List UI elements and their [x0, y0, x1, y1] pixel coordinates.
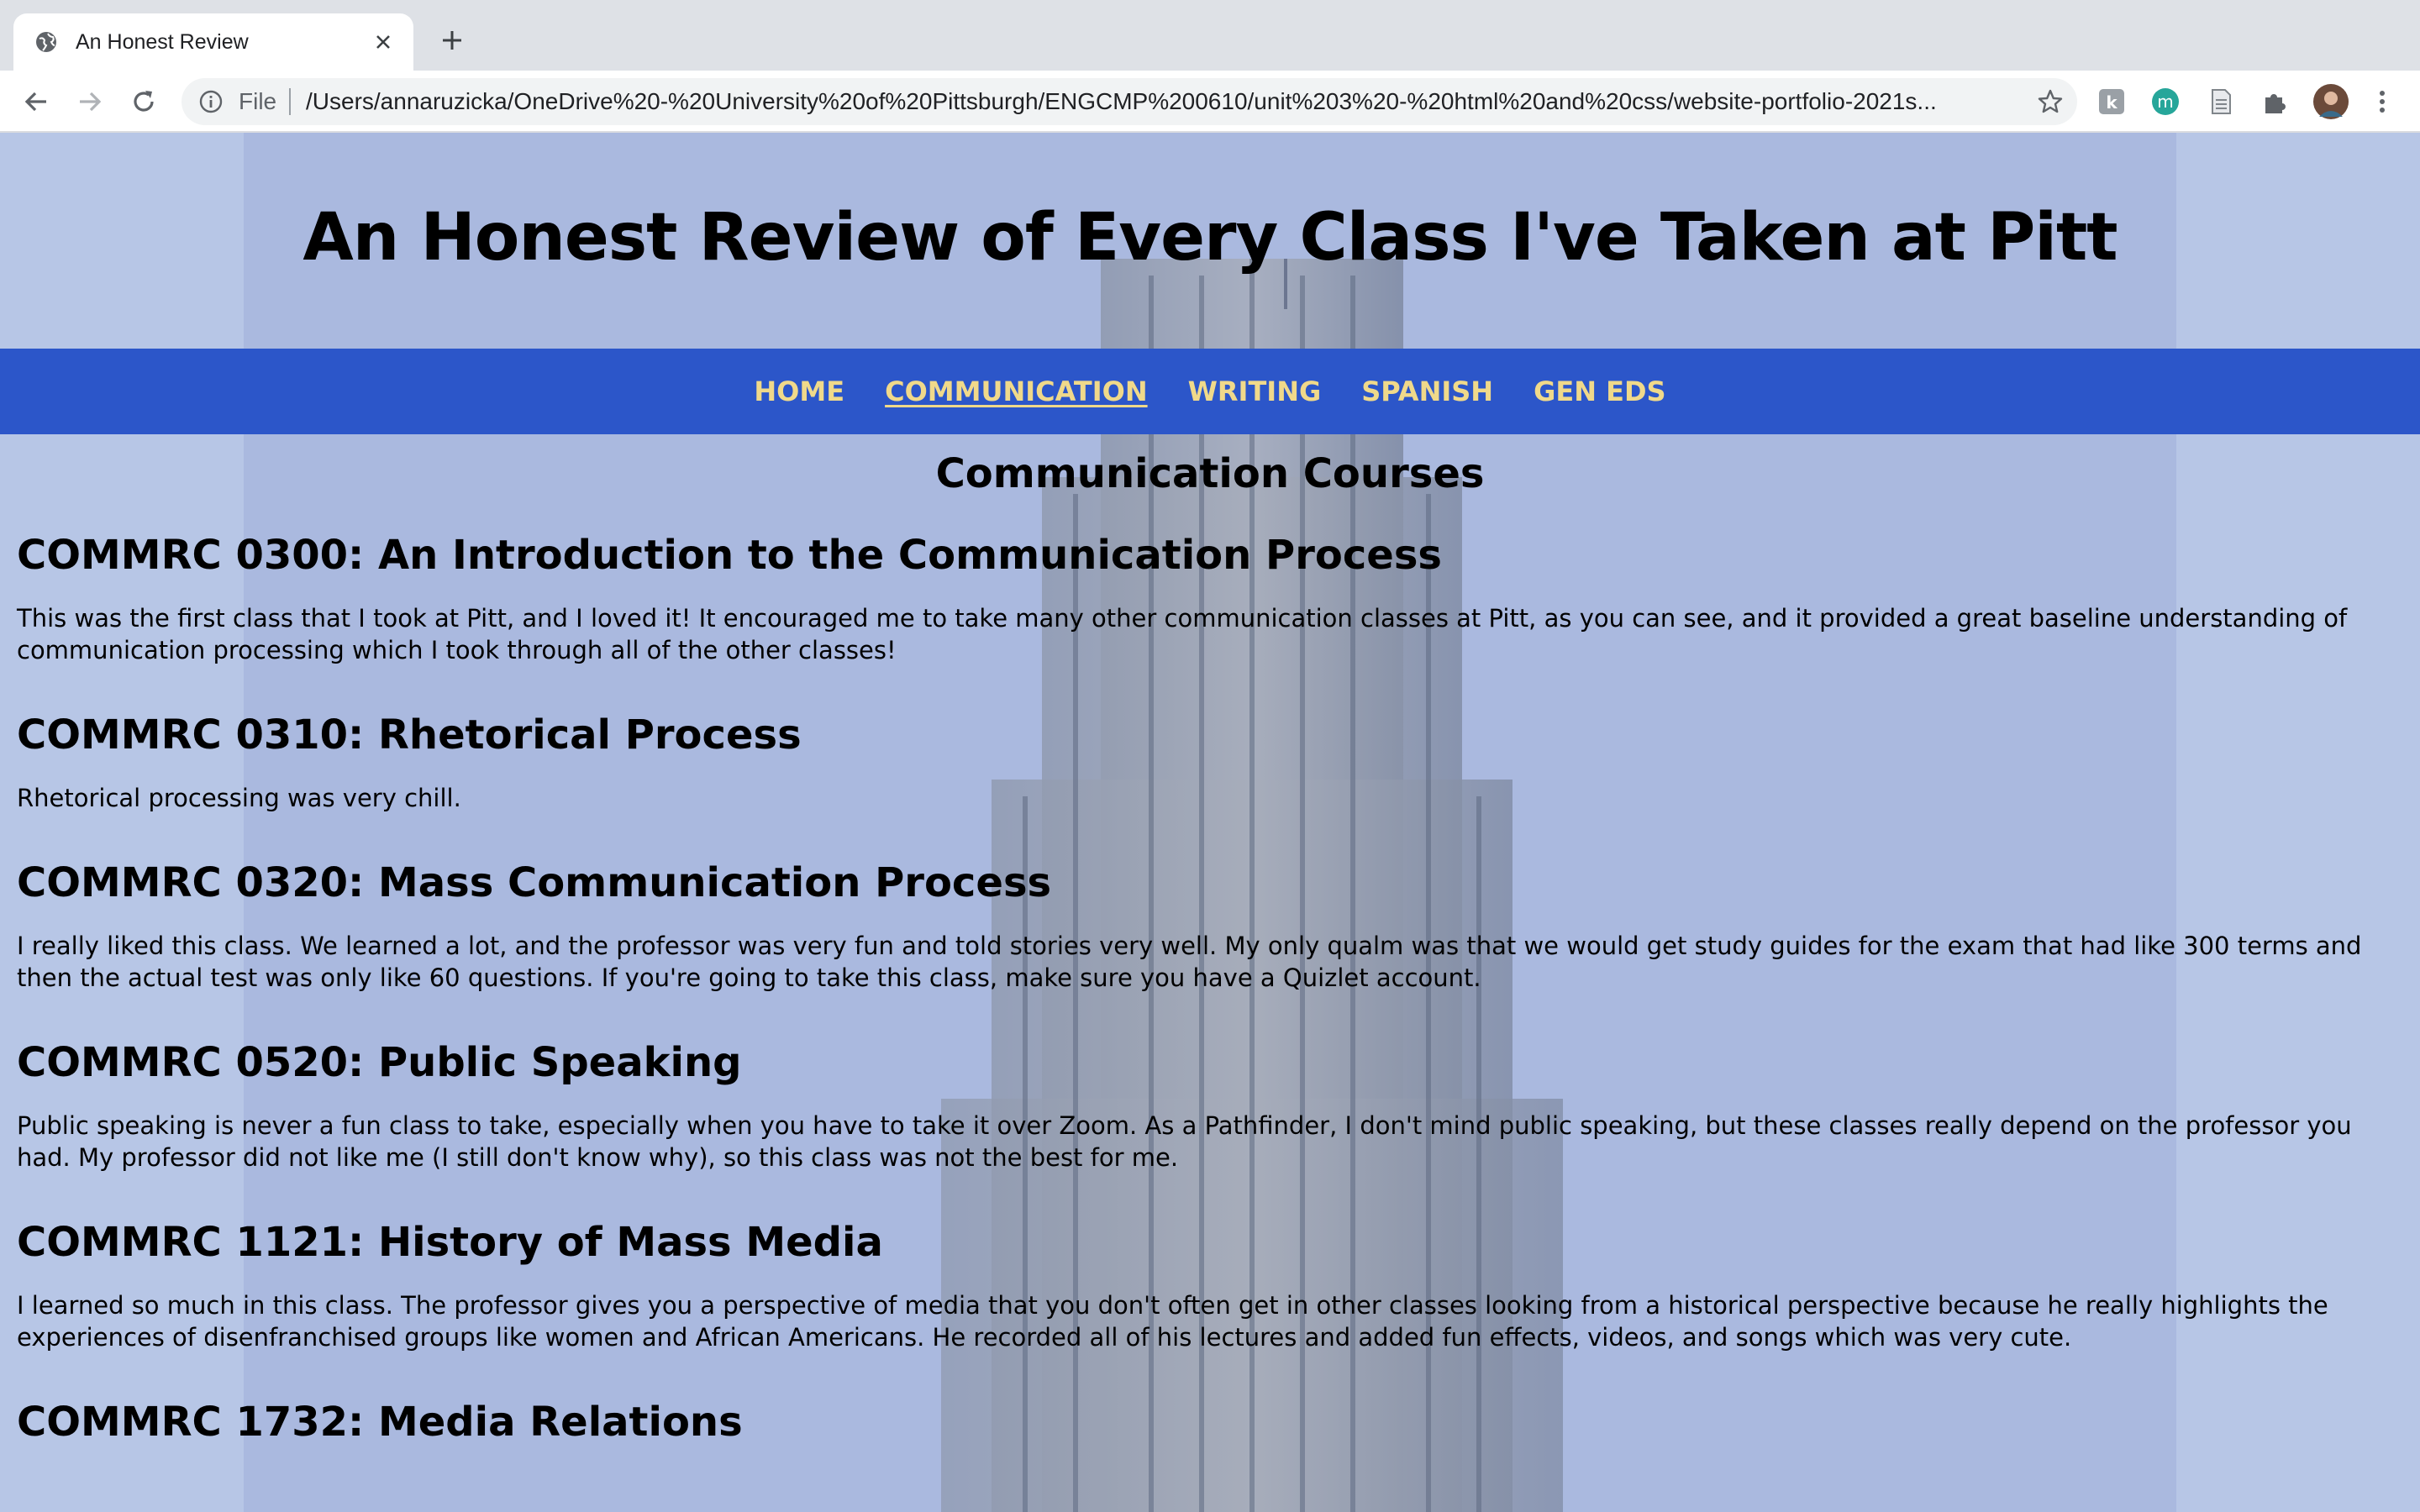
svg-text:k: k — [2106, 92, 2118, 113]
page-heading: Communication Courses — [935, 450, 1485, 497]
course-description: I really liked this class. We learned a … — [17, 932, 2362, 992]
globe-icon — [34, 29, 59, 55]
course-section: COMMRC 0310: Rhetorical Process Rhetoric… — [17, 710, 2386, 814]
course-section: COMMRC 0300: An Introduction to the Comm… — [17, 530, 2386, 666]
course-title: COMMRC 0310: Rhetorical Process — [17, 711, 802, 759]
nav-link-gen-eds[interactable]: GEN EDS — [1534, 375, 1666, 407]
m-extension-icon[interactable]: m — [2149, 86, 2181, 118]
course-title: COMMRC 0520: Public Speaking — [17, 1039, 742, 1086]
course-title: COMMRC 0300: An Introduction to the Comm… — [17, 532, 1442, 579]
course-title: COMMRC 0320: Mass Communication Process — [17, 859, 1052, 906]
plus-icon[interactable] — [434, 22, 471, 59]
tab-strip: An Honest Review — [0, 0, 2420, 71]
course-title: COMMRC 1732: Media Relations — [17, 1399, 743, 1446]
course-section: COMMRC 0320: Mass Communication Process … — [17, 858, 2386, 994]
course-section: COMMRC 1732: Media Relations — [17, 1397, 2386, 1447]
site-title: An Honest Review of Every Class I've Tak… — [302, 200, 2118, 276]
nav-link-communication[interactable]: COMMUNICATION — [885, 375, 1148, 407]
close-icon[interactable] — [370, 29, 397, 55]
course-description: This was the first class that I took at … — [17, 604, 2348, 664]
course-description: I learned so much in this class. The pro… — [17, 1291, 2328, 1352]
forward-arrow-icon[interactable] — [72, 84, 108, 119]
svg-text:m: m — [2157, 92, 2173, 112]
puzzle-icon[interactable] — [2259, 86, 2291, 118]
back-arrow-icon[interactable] — [18, 84, 54, 119]
star-icon[interactable] — [2037, 88, 2064, 115]
main-navigation: HOME COMMUNICATION WRITING SPANISH GEN E… — [0, 349, 2420, 434]
course-description: Rhetorical processing was very chill. — [17, 784, 461, 812]
browser-tab[interactable]: An Honest Review — [13, 13, 413, 71]
address-bar[interactable]: File /Users/annaruzicka/OneDrive%20-%20U… — [182, 78, 2077, 125]
document-extension-icon[interactable] — [2205, 86, 2237, 118]
url-text[interactable]: /Users/annaruzicka/OneDrive%20-%20Univer… — [306, 89, 1995, 114]
course-section: COMMRC 1121: History of Mass Media I lea… — [17, 1217, 2386, 1353]
nav-link-home[interactable]: HOME — [754, 375, 844, 407]
url-scheme: File — [239, 88, 277, 114]
menu-dots-icon[interactable] — [2366, 86, 2398, 118]
course-section: COMMRC 0520: Public Speaking Public spea… — [17, 1037, 2386, 1173]
reload-icon[interactable] — [126, 84, 161, 119]
k-extension-icon[interactable]: k — [2096, 86, 2128, 118]
profile-avatar[interactable] — [2312, 83, 2349, 120]
page-viewport: An Honest Review of Every Class I've Tak… — [0, 133, 2420, 1512]
omnibox-divider — [289, 88, 291, 115]
course-title: COMMRC 1121: History of Mass Media — [17, 1219, 883, 1266]
tab-title: An Honest Review — [76, 29, 249, 54]
course-description: Public speaking is never a fun class to … — [17, 1111, 2352, 1172]
info-icon[interactable] — [198, 89, 224, 114]
nav-link-writing[interactable]: WRITING — [1188, 375, 1322, 407]
browser-toolbar: File /Users/annaruzicka/OneDrive%20-%20U… — [0, 71, 2420, 133]
nav-link-spanish[interactable]: SPANISH — [1361, 375, 1493, 407]
